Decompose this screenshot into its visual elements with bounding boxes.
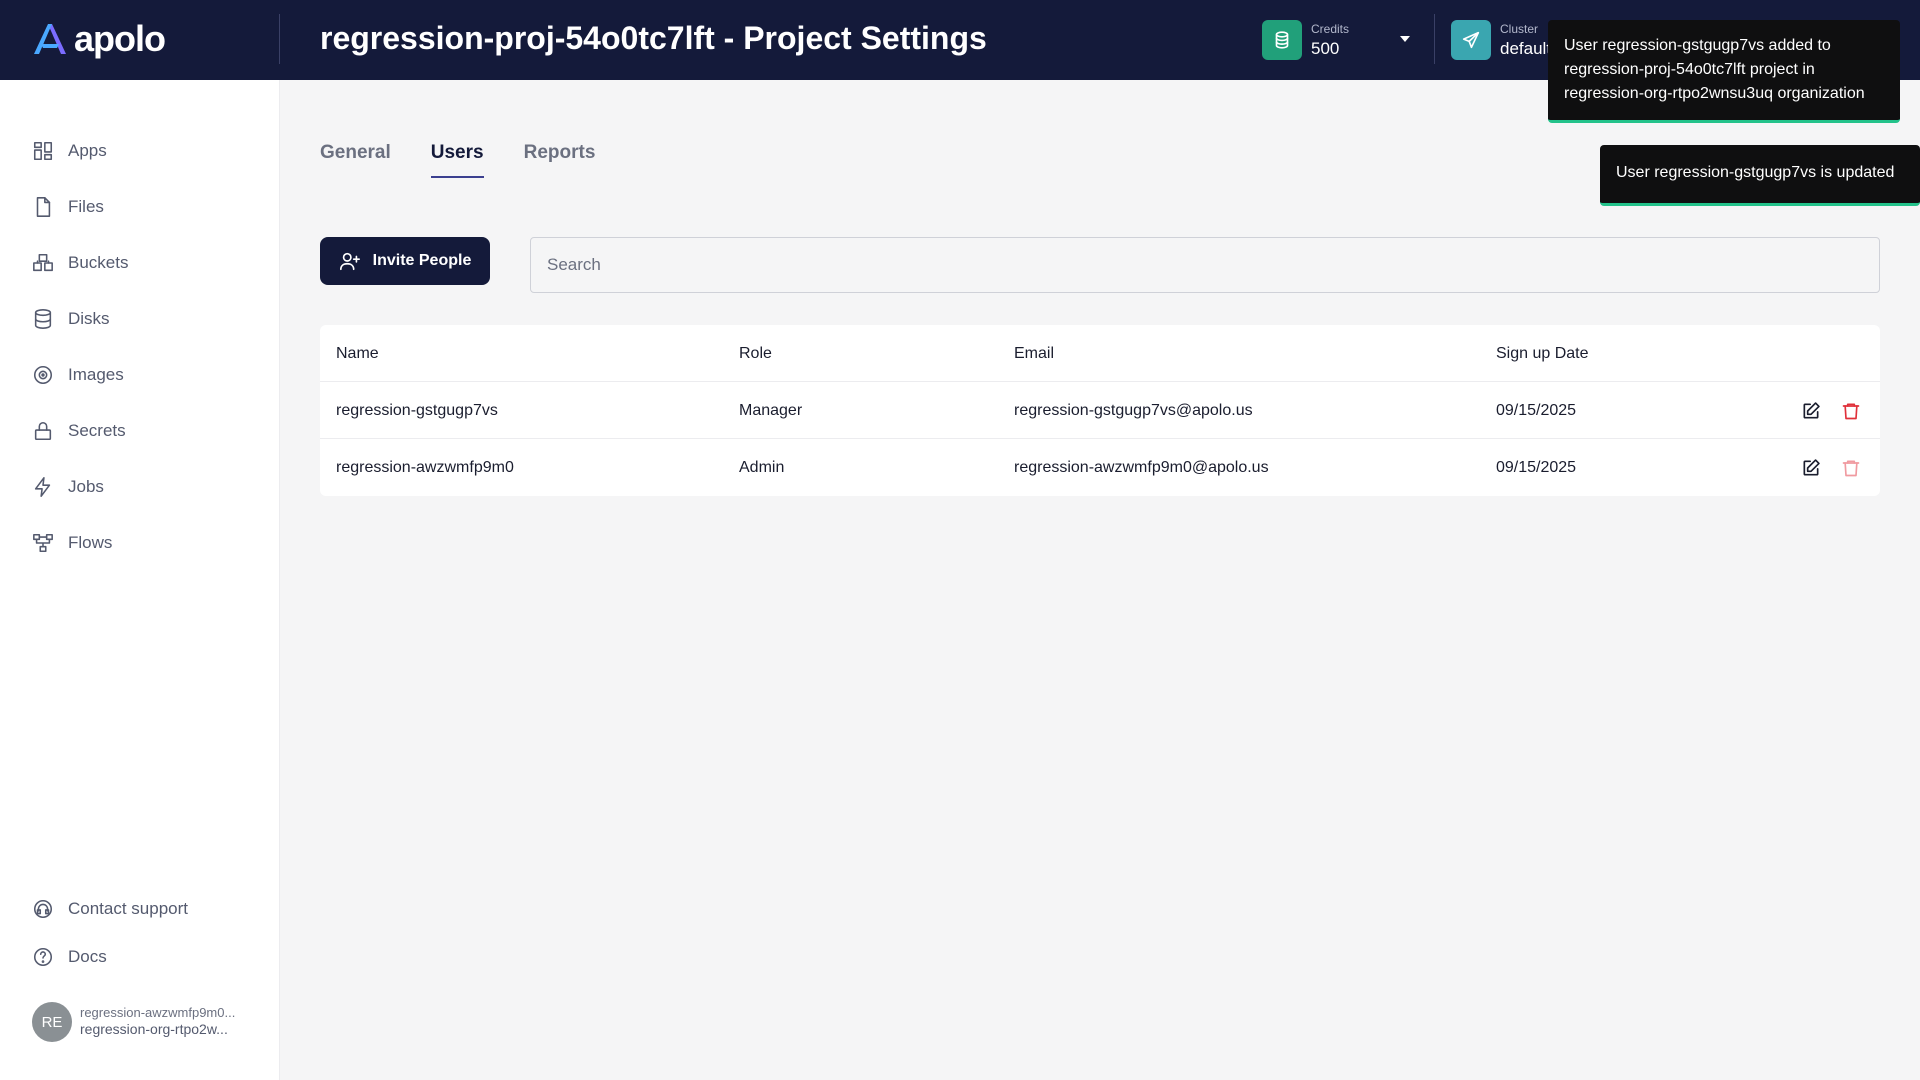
docs-link[interactable]: Docs	[32, 946, 107, 968]
lock-icon	[34, 421, 52, 441]
sidebar-item-buckets[interactable]: Buckets	[32, 252, 128, 274]
lightning-icon	[34, 477, 51, 497]
user-org: regression-org-rtpo2w...	[80, 1021, 228, 1038]
credits-widget[interactable]: Credits 500	[1262, 20, 1349, 60]
settings-tabs: General Users Reports	[320, 142, 595, 178]
column-header-name: Name	[336, 344, 379, 362]
user-email-cell: regression-awzwmfp9m0@apolo.us	[1014, 458, 1269, 476]
cluster-label: Cluster	[1500, 22, 1539, 36]
file-icon	[36, 197, 51, 217]
trash-icon	[1840, 457, 1862, 479]
cluster-value: default	[1500, 39, 1552, 58]
sidebar: Apps Files Buckets Disks Images Secrets	[0, 80, 280, 1080]
edit-icon[interactable]	[1800, 457, 1822, 479]
credits-value: 500	[1311, 39, 1340, 58]
help-circle-icon	[33, 947, 53, 967]
disc-icon	[33, 365, 53, 385]
invite-people-button[interactable]: Invite People	[320, 237, 490, 285]
user-signup-date-cell: 09/15/2025	[1496, 458, 1577, 476]
user-name: regression-awzwmfp9m0...	[80, 1005, 236, 1021]
trash-icon[interactable]	[1840, 400, 1862, 422]
row-actions	[1800, 382, 1862, 439]
tab-users[interactable]: Users	[430, 142, 484, 178]
send-icon	[1451, 20, 1491, 60]
user-email-cell: regression-gstgugp7vs@apolo.us	[1014, 401, 1253, 419]
coins-icon	[1262, 20, 1302, 60]
sidebar-item-label: Secrets	[68, 421, 126, 440]
table-row: regression-awzwmfp9m0 Admin regression-a…	[320, 439, 1880, 496]
table-row: regression-gstgugp7vs Manager regression…	[320, 382, 1880, 439]
sidebar-item-images[interactable]: Images	[32, 364, 124, 386]
tab-general[interactable]: General	[320, 142, 391, 178]
sidebar-item-label: Images	[68, 365, 124, 384]
sidebar-item-flows[interactable]: Flows	[32, 532, 112, 554]
docs-label: Docs	[68, 947, 107, 966]
header-divider	[279, 14, 280, 64]
sidebar-item-label: Apps	[68, 141, 107, 160]
toast-notification[interactable]: User regression-gstgugp7vs is updated	[1600, 145, 1920, 206]
table-header: Name Role Email Sign up Date	[320, 325, 1880, 382]
apolo-logo-icon	[34, 24, 66, 54]
user-plus-icon	[339, 252, 360, 271]
contact-support-label: Contact support	[68, 899, 189, 918]
sidebar-item-jobs[interactable]: Jobs	[32, 476, 104, 498]
user-menu[interactable]: RE regression-awzwmfp9m0... regression-o…	[32, 1002, 235, 1042]
edit-icon[interactable]	[1800, 400, 1822, 422]
sidebar-item-files[interactable]: Files	[32, 196, 104, 218]
invite-people-label: Invite People	[372, 252, 472, 269]
page-title: regression-proj-54o0tc7lft - Project Set…	[320, 20, 987, 56]
user-name-cell: regression-gstgugp7vs	[336, 401, 498, 419]
row-actions	[1800, 439, 1862, 496]
credits-label: Credits	[1311, 22, 1350, 36]
sidebar-item-label: Buckets	[68, 253, 129, 272]
user-signup-date-cell: 09/15/2025	[1496, 401, 1577, 419]
sidebar-item-label: Flows	[68, 533, 113, 552]
search-input[interactable]	[530, 237, 1880, 293]
header-divider	[1434, 14, 1435, 64]
user-name-cell: regression-awzwmfp9m0	[336, 458, 514, 476]
users-table: Name Role Email Sign up Date regression-…	[320, 325, 1880, 496]
user-role-cell: Admin	[739, 458, 785, 476]
sidebar-item-label: Jobs	[68, 477, 104, 496]
sidebar-item-secrets[interactable]: Secrets	[32, 420, 126, 442]
contact-support-link[interactable]: Contact support	[32, 898, 188, 920]
bucket-icon	[33, 253, 53, 272]
headset-icon	[33, 899, 53, 919]
apolo-logo[interactable]: apolo	[32, 18, 166, 60]
column-header-signup-date: Sign up Date	[1496, 344, 1589, 362]
tab-reports[interactable]: Reports	[524, 142, 596, 178]
grid-icon	[33, 141, 53, 161]
sidebar-item-disks[interactable]: Disks	[32, 308, 110, 330]
column-header-role: Role	[739, 344, 772, 362]
caret-down-icon[interactable]	[1400, 36, 1410, 42]
user-role-cell: Manager	[739, 401, 803, 419]
column-header-email: Email	[1014, 344, 1055, 362]
brand-name: apolo	[74, 18, 166, 59]
flow-icon	[33, 533, 53, 553]
avatar: RE	[32, 1002, 72, 1042]
toast-notification[interactable]: User regression-gstgugp7vs added to regr…	[1548, 20, 1900, 123]
database-icon	[34, 309, 52, 329]
sidebar-item-label: Disks	[68, 309, 110, 328]
cluster-selector[interactable]: Cluster default	[1451, 20, 1551, 60]
sidebar-item-apps[interactable]: Apps	[32, 140, 107, 162]
sidebar-item-label: Files	[68, 197, 104, 216]
